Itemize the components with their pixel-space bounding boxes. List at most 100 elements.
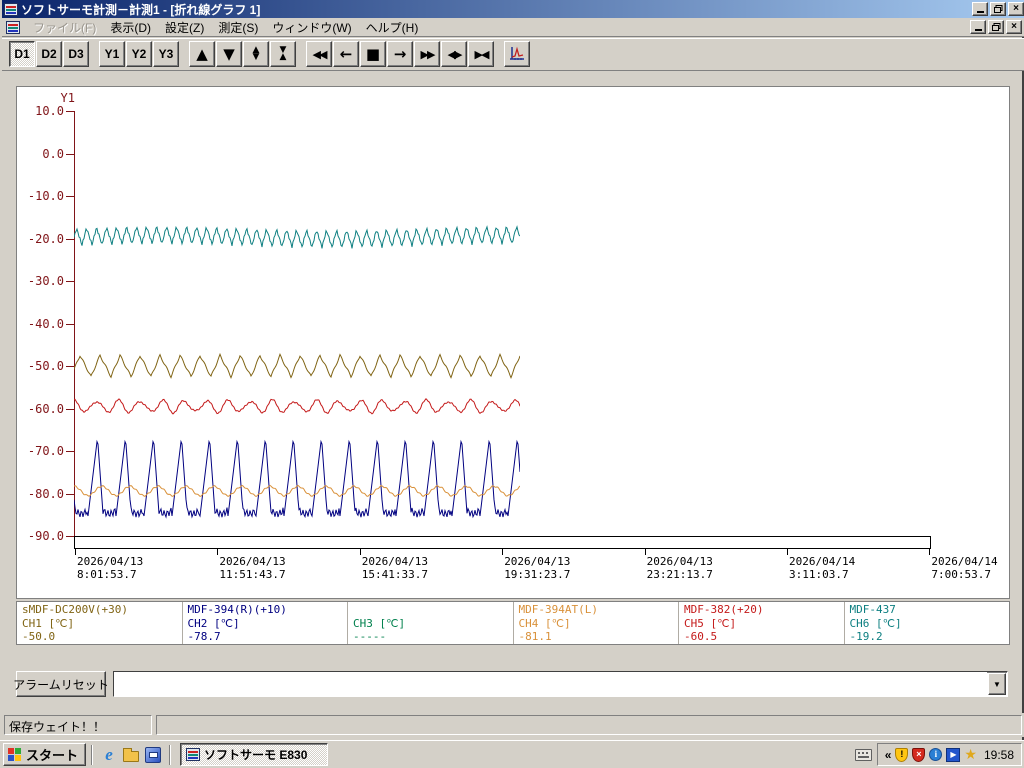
channel-unit: CH4 [℃] xyxy=(518,616,571,630)
channel-label: sMDF-DC200V(+30) xyxy=(22,603,128,616)
mdi-child-icon[interactable] xyxy=(6,20,20,34)
display-1-label: D1 xyxy=(14,47,30,61)
x-tick-mark xyxy=(359,549,361,555)
scroll-down-icon: ▼ xyxy=(223,44,235,63)
fast-forward-button[interactable]: ▶▶ xyxy=(414,41,440,67)
channel-value: -81.1 xyxy=(518,630,552,643)
app-icon xyxy=(4,2,18,16)
series-line-ch5 xyxy=(74,398,520,415)
taskbar-separator xyxy=(169,744,172,765)
expand-horizontal-button[interactable]: ◀▶ xyxy=(441,41,467,67)
channel-unit: CH2 [℃] xyxy=(187,616,240,630)
stop-icon: ■ xyxy=(365,44,381,63)
show-desktop-icon[interactable] xyxy=(121,745,141,765)
expand-vertical-button[interactable]: ▲ ▼ xyxy=(243,41,269,67)
scroll-down-button[interactable]: ▼ xyxy=(216,41,242,67)
alarm-combobox[interactable]: ▼ xyxy=(113,671,1008,697)
channel-label xyxy=(353,603,513,617)
channel-legend: sMDF-DC200V(+30) CH1 [℃] -50.0 MDF-394(R)(+… xyxy=(16,601,1010,645)
menu-view[interactable]: 表示(D) xyxy=(103,17,158,38)
y-tick-mark xyxy=(66,323,74,325)
y-tick-label: -20.0 xyxy=(27,231,64,246)
alarm-combobox-input[interactable] xyxy=(114,672,987,696)
internet-explorer-icon[interactable]: e xyxy=(99,745,119,765)
x-tick-label: 2026/04/14 7:00:53.7 xyxy=(931,555,998,581)
media-play-icon[interactable]: ▶ xyxy=(946,747,961,762)
status-panel-secondary xyxy=(156,715,1022,735)
toolbar: D1 D2 D3 Y1 Y2 Y3 ▲ ▼ ▲ ▼ ▼ ▲ ◀◀ ← ■ → ▶▶ ◀▶ ▶◀ xyxy=(2,38,1024,71)
tray-chevron-icon[interactable]: « xyxy=(885,748,892,762)
statusbar: 保存ウェイト！！ xyxy=(2,713,1024,737)
step-back-icon: ← xyxy=(339,44,353,63)
y-axis-1-label: Y1 xyxy=(104,47,120,61)
x-tick-mark xyxy=(75,549,76,555)
fast-forward-icon: ▶▶ xyxy=(420,47,436,61)
y-tick-label: -40.0 xyxy=(27,316,64,331)
alarm-combobox-arrow-button[interactable]: ▼ xyxy=(988,673,1006,695)
graph-setup-button[interactable] xyxy=(504,41,530,67)
y-axis-1-button[interactable]: Y1 xyxy=(99,41,125,67)
security-warning-icon[interactable]: ! xyxy=(895,747,909,762)
rewind-button[interactable]: ◀◀ xyxy=(306,41,332,67)
mdi-minimize-icon xyxy=(974,23,982,31)
app-window: ソフトサーモ計測－計測1 - [折れ線グラフ 1] × ファイル(F) 表示(D… xyxy=(0,0,1024,740)
titlebar: ソフトサーモ計測－計測1 - [折れ線グラフ 1] × xyxy=(2,0,1024,18)
compress-vertical-button[interactable]: ▼ ▲ xyxy=(270,41,296,67)
plot-area xyxy=(74,225,520,519)
scroll-up-button[interactable]: ▲ xyxy=(189,41,215,67)
y-tick-label: -80.0 xyxy=(27,486,64,501)
taskbar: スタート e ソフトサーモ E830 « ! × i ▶ ★ 19:58 xyxy=(0,740,1024,768)
start-button[interactable]: スタート xyxy=(3,743,87,766)
channel-unit: CH3 [℃] xyxy=(353,616,406,630)
line-graph-panel: Y1 10.0 0.0 -10.0 -20.0 -30.0 -40.0 -50.0 -60.0… xyxy=(16,86,1010,599)
alarm-reset-button[interactable]: アラームリセット xyxy=(13,671,109,697)
restore-icon xyxy=(993,4,1002,13)
display-3-button[interactable]: D3 xyxy=(63,41,89,67)
menu-help[interactable]: ヘルプ(H) xyxy=(359,17,426,38)
legend-cell-ch6: MDF-437 CH6 [℃] -19.2 xyxy=(845,602,1010,644)
stop-button[interactable]: ■ xyxy=(360,41,386,67)
y-axis-3-button[interactable]: Y3 xyxy=(153,41,179,67)
close-button[interactable]: × xyxy=(1008,2,1024,16)
y-tick-label: -60.0 xyxy=(27,401,64,416)
task-button-softthermo[interactable]: ソフトサーモ E830 xyxy=(180,743,329,766)
app-icon xyxy=(186,748,201,761)
keyboard-layout-icon[interactable] xyxy=(854,748,872,761)
menu-settings[interactable]: 設定(Z) xyxy=(158,17,211,38)
mdi-close-button[interactable]: × xyxy=(1006,20,1022,34)
x-tick-label: 2026/04/13 11:51:43.7 xyxy=(219,555,286,581)
mdi-close-icon: × xyxy=(1011,21,1017,32)
restore-button[interactable] xyxy=(990,2,1006,16)
compress-horizontal-button[interactable]: ▶◀ xyxy=(468,41,494,67)
channel-label: MDF-394AT(L) xyxy=(518,603,598,616)
y-tick-label: -30.0 xyxy=(27,274,64,288)
start-button-label: スタート xyxy=(26,748,79,763)
channel-unit: CH1 [℃] xyxy=(22,616,75,630)
minimize-button[interactable] xyxy=(972,2,988,16)
channel-value: -19.2 xyxy=(849,630,883,643)
y-axis-3-label: Y3 xyxy=(158,47,174,61)
display-2-button[interactable]: D2 xyxy=(36,41,62,67)
y-axis-2-button[interactable]: Y2 xyxy=(126,41,152,67)
series-line-ch6 xyxy=(74,225,520,249)
task-button-label: ソフトサーモ E830 xyxy=(204,748,308,762)
menu-measure[interactable]: 測定(S) xyxy=(211,17,265,38)
step-forward-button[interactable]: → xyxy=(387,41,413,67)
mdi-minimize-button[interactable] xyxy=(970,20,986,34)
display-1-button[interactable]: D1 xyxy=(9,41,35,67)
menu-window[interactable]: ウィンドウ(W) xyxy=(265,17,358,38)
mdi-restore-button[interactable] xyxy=(988,20,1004,34)
windows-logo-icon xyxy=(8,747,22,762)
star-icon[interactable]: ★ xyxy=(964,748,977,762)
outlook-express-icon[interactable] xyxy=(143,745,163,765)
y-tick-label: -90.0 xyxy=(27,529,64,543)
channel-unit: CH5 [℃] xyxy=(684,616,737,630)
y-tick-label: -70.0 xyxy=(27,444,64,458)
step-back-button[interactable]: ← xyxy=(333,41,359,67)
security-error-icon[interactable]: × xyxy=(912,747,926,762)
info-icon[interactable]: i xyxy=(929,748,943,761)
y-tick-mark xyxy=(66,451,74,452)
channel-label: MDF-437 xyxy=(849,603,896,616)
channel-unit: CH6 [℃] xyxy=(849,616,902,630)
x-tick-label: 2026/04/13 8:01:53.7 xyxy=(77,555,144,581)
